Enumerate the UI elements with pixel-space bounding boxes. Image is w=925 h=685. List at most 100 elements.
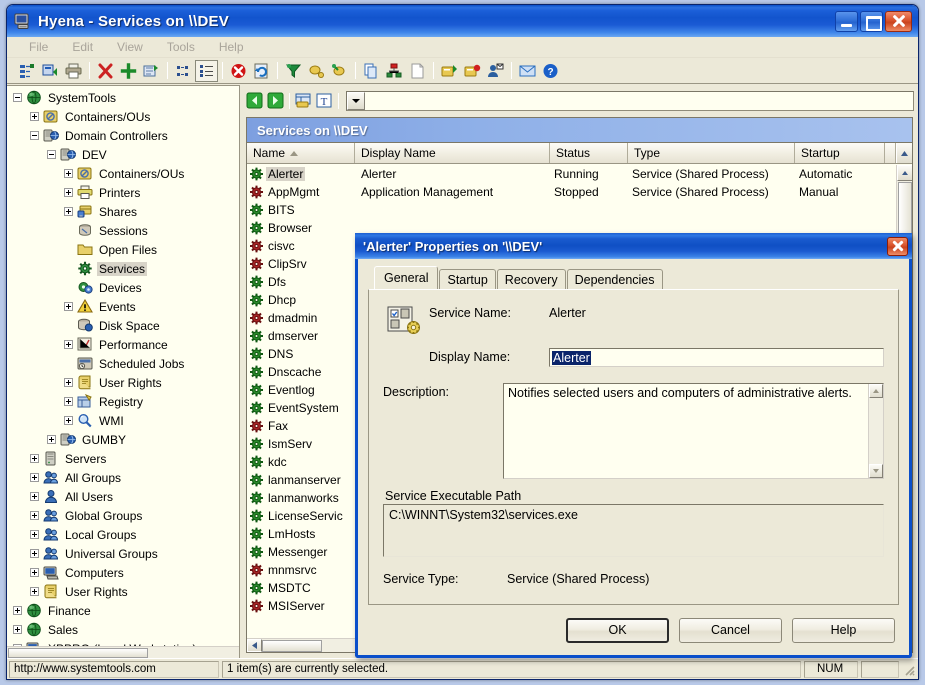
edit-object-icon[interactable] [140,60,163,82]
expand-icon[interactable] [64,188,73,197]
tree-item-local-groups[interactable]: Local Groups [7,525,239,544]
menu-edit[interactable]: Edit [60,39,105,55]
tree-item-all-groups[interactable]: All Groups [7,468,239,487]
minimize-button[interactable] [835,11,858,32]
maximize-button[interactable] [860,11,883,32]
menu-file[interactable]: File [17,39,60,55]
org-chart-icon[interactable] [383,60,406,82]
expand-icon[interactable] [30,568,39,577]
tree-item-gumby[interactable]: GUMBY [7,430,239,449]
tree-item-printers[interactable]: Printers [7,183,239,202]
find-icon[interactable] [305,60,328,82]
back-icon[interactable] [244,91,265,111]
details-view-icon[interactable] [195,60,218,82]
tree-item-systemtools[interactable]: SystemTools [7,88,239,107]
menu-view[interactable]: View [105,39,155,55]
copy-icon[interactable] [360,60,383,82]
menu-tools[interactable]: Tools [155,39,207,55]
tree-item-user-rights[interactable]: User Rights [7,582,239,601]
address-combobox[interactable] [346,91,914,111]
expand-icon[interactable] [64,416,73,425]
tree-item-computers[interactable]: Computers [7,563,239,582]
tree-item-universal-groups[interactable]: Universal Groups [7,544,239,563]
stop-icon[interactable] [227,60,250,82]
tab-general[interactable]: General [374,266,438,289]
status-url[interactable]: http://www.systemtools.com [9,661,219,678]
menu-help[interactable]: Help [207,39,256,55]
expand-icon[interactable] [30,511,39,520]
expand-icon[interactable] [30,587,39,596]
tree-item-wmi[interactable]: WMI [7,411,239,430]
column-header-display-name[interactable]: Display Name [355,143,550,163]
help-button[interactable]: Help [792,618,895,643]
tree-item-global-groups[interactable]: Global Groups [7,506,239,525]
scroll-left-arrow-icon[interactable] [247,639,262,652]
tree-item-disk-space[interactable]: Disk Space [7,316,239,335]
expand-icon[interactable] [64,378,73,387]
dialog-close-button[interactable] [887,237,908,256]
description-textarea[interactable]: Notifies selected users and computers of… [503,383,884,479]
column-header-startup[interactable]: Startup [795,143,885,163]
expand-icon[interactable] [30,473,39,482]
text-view-icon[interactable]: T [314,91,335,111]
display-name-input[interactable]: Alerter [549,348,884,367]
ok-button[interactable]: OK [566,618,669,643]
tree-item-registry[interactable]: Registry [7,392,239,411]
filter-icon[interactable] [282,60,305,82]
tree-item-domain-controllers[interactable]: Domain Controllers [7,126,239,145]
expand-icon[interactable] [13,625,22,634]
tree-item-devices[interactable]: Devices [7,278,239,297]
scroll-up-arrow-icon[interactable] [896,143,912,163]
refresh-icon[interactable] [250,60,273,82]
table-row[interactable]: AppMgmtApplication ManagementStoppedServ… [247,183,896,201]
tree-item-finance[interactable]: Finance [7,601,239,620]
column-header-name[interactable]: Name [247,143,355,163]
list-scroll-thumb[interactable] [262,640,322,652]
expand-icon[interactable] [30,112,39,121]
tree-item-all-users[interactable]: All Users [7,487,239,506]
properties-icon[interactable] [16,60,39,82]
scrollbar-up-button[interactable] [897,165,913,181]
forward-icon[interactable] [265,91,286,111]
export-icon[interactable] [438,60,461,82]
column-header-status[interactable]: Status [550,143,628,163]
tree-horizontal-scrollbar[interactable] [7,646,239,658]
tree-item-shares[interactable]: Shares [7,202,239,221]
column-header-type[interactable]: Type [628,143,795,163]
expand-icon[interactable] [30,492,39,501]
tree-item-performance[interactable]: Performance [7,335,239,354]
small-icons-view-icon[interactable] [172,60,195,82]
tree-item-containers-ous[interactable]: Containers/OUs [7,164,239,183]
tab-startup[interactable]: Startup [439,269,495,290]
tree-item-open-files[interactable]: Open Files [7,240,239,259]
collapse-icon[interactable] [13,93,22,102]
description-scrollbar[interactable] [868,384,883,478]
expand-icon[interactable] [13,606,22,615]
user-manager-icon[interactable] [484,60,507,82]
collapse-icon[interactable] [30,131,39,140]
cancel-button[interactable]: Cancel [679,618,782,643]
tree-item-containers-ous[interactable]: Containers/OUs [7,107,239,126]
desc-scroll-up-icon[interactable] [869,384,883,398]
resize-grip-icon[interactable] [900,661,916,677]
tree-item-scheduled-jobs[interactable]: Scheduled Jobs [7,354,239,373]
email-icon[interactable] [516,60,539,82]
tree-scroll-thumb[interactable] [8,648,148,658]
expand-icon[interactable] [64,302,73,311]
expand-icon[interactable] [30,530,39,539]
collapse-icon[interactable] [47,150,56,159]
tree-item-xppro-local-workstation[interactable]: XPPRO (Local Workstation) [7,639,239,646]
tree-item-events[interactable]: Events [7,297,239,316]
new-doc-icon[interactable] [406,60,429,82]
expand-icon[interactable] [30,454,39,463]
expand-icon[interactable] [47,435,56,444]
new-object-icon[interactable] [39,60,62,82]
tab-recovery[interactable]: Recovery [497,269,566,290]
query-icon[interactable] [328,60,351,82]
tab-dependencies[interactable]: Dependencies [567,269,663,290]
tree-item-dev[interactable]: DEV [7,145,239,164]
delete-icon[interactable] [94,60,117,82]
import-icon[interactable] [461,60,484,82]
tree-item-user-rights[interactable]: User Rights [7,373,239,392]
print-icon[interactable] [62,60,85,82]
